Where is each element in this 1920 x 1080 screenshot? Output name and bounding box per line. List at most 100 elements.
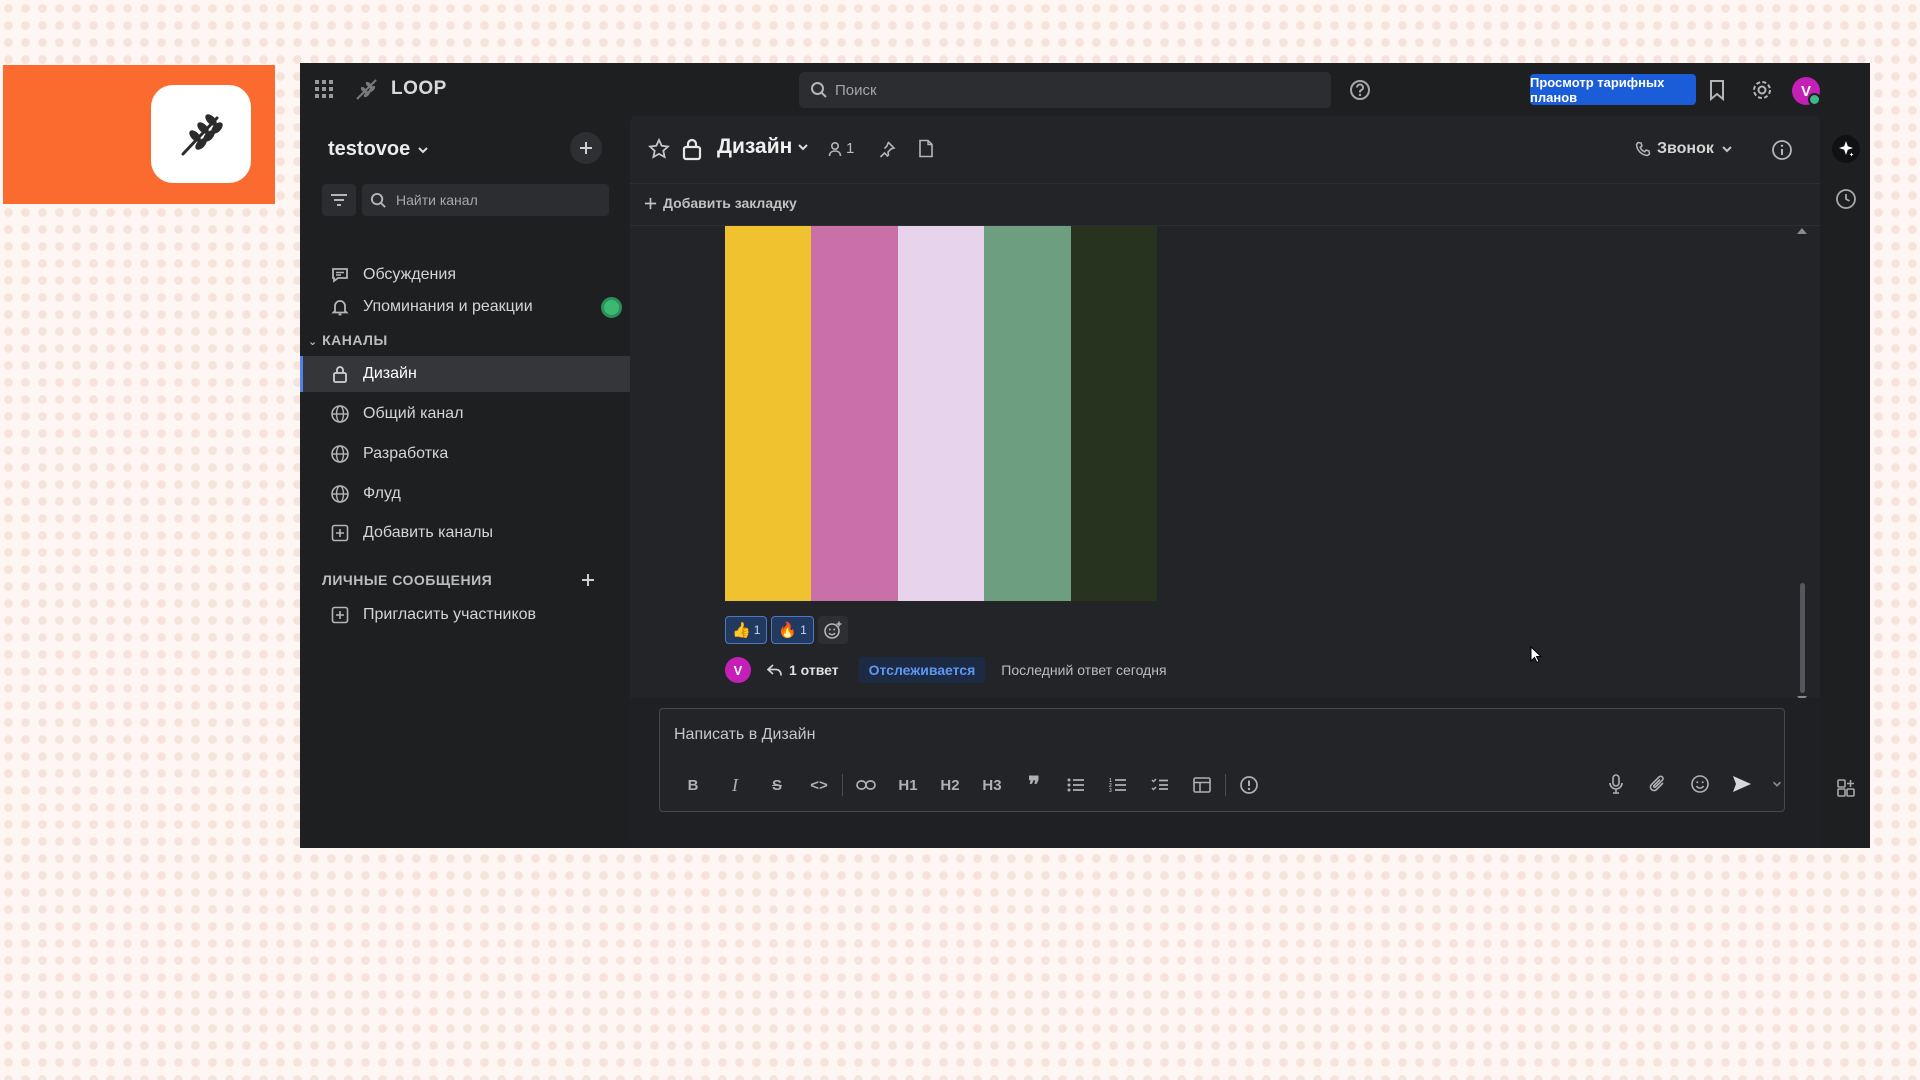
sidebar-channel-design[interactable]: Дизайн [300,356,630,392]
mouse-cursor-icon [1530,646,1542,664]
add-button[interactable] [570,132,602,164]
gear-icon[interactable] [1751,79,1773,101]
heading2-button[interactable]: H2 [929,773,971,797]
sidebar-item-threads[interactable]: Обсуждения [300,257,630,293]
heading3-button[interactable]: H3 [971,773,1013,797]
saved-messages-icon[interactable] [1708,79,1726,101]
dm-section-header[interactable]: ЛИЧНЫЕ СООБЩЕНИЯ [322,572,492,588]
reaction-count: 1 [800,623,807,637]
team-menu[interactable]: testovoe [328,138,430,161]
toolbar-divider [1225,774,1226,796]
app-marketplace-icon[interactable] [1836,778,1856,798]
channel-name: Дизайн [717,135,793,158]
pin-icon[interactable] [878,140,896,158]
scroll-up-arrow[interactable] [1797,228,1807,234]
apps-grid-icon[interactable] [314,79,334,99]
section-title: КАНАЛЫ [322,332,388,348]
add-channels-button[interactable]: Добавить каналы [300,515,630,551]
global-search-input[interactable]: Поиск [799,72,1331,108]
lock-icon [682,138,702,161]
search-icon [811,82,827,98]
brand-logo [151,85,251,183]
image-attachment[interactable] [725,226,1158,601]
sidebar-item-label: Общий канал [363,405,464,422]
globe-icon [331,405,349,423]
sidebar-item-label: Разработка [363,445,449,462]
channel-view: Дизайн 1 Звонок Добавить закладку 👍 1 🔥 … [630,116,1820,848]
threads-icon [332,268,348,283]
palette-swatch-1 [725,226,812,601]
brand-name: LOOP [391,78,447,99]
team-name: testovoe [328,138,411,160]
sidebar-channel-flood[interactable]: Флуд [300,476,630,512]
send-options-button[interactable] [1768,769,1786,799]
bold-icon: B [687,776,699,794]
add-bookmark-button[interactable]: Добавить закладку [644,195,797,211]
link-icon [856,780,876,790]
send-button[interactable] [1726,769,1758,799]
emoji-picker-button[interactable] [1684,769,1716,799]
info-icon[interactable] [1771,139,1793,161]
channel-name-menu[interactable]: Дизайн [717,135,810,159]
ai-assistant-button[interactable] [1832,135,1860,163]
globe-icon [331,485,349,503]
channel-filter-button[interactable] [322,184,356,216]
link-button[interactable] [845,773,887,797]
user-icon [828,141,842,156]
table-icon [1193,777,1211,793]
attach-file-button[interactable] [1642,769,1674,799]
reaction-fire[interactable]: 🔥 1 [771,616,814,644]
palette-swatch-2 [811,226,898,601]
sidebar: testovoe Найти канал Обсуждения Упоминан… [300,116,630,848]
member-count: 1 [846,140,855,157]
numbered-list-button[interactable]: 123 [1097,773,1139,797]
globe-icon [331,445,349,463]
view-plans-button[interactable]: Просмотр тарифных планов [1530,74,1696,105]
channel-header: Дизайн 1 Звонок [630,116,1820,184]
table-button[interactable] [1181,773,1223,797]
paperclip-icon [1649,775,1664,792]
sidebar-channel-general[interactable]: Общий канал [300,396,630,432]
channels-section-header[interactable]: ⌄ КАНАЛЫ [308,332,388,348]
thread-replies-button[interactable]: 1 ответ [767,662,839,678]
bold-button[interactable]: B [672,773,714,797]
clock-icon[interactable] [1835,188,1857,210]
palette-swatch-5 [1070,226,1158,601]
members-button[interactable]: 1 [828,140,854,157]
find-channel-placeholder: Найти канал [396,192,478,208]
voice-message-button[interactable] [1600,769,1632,799]
plus-icon[interactable] [580,572,596,588]
strikethrough-button[interactable]: S [756,773,798,797]
sidebar-item-label: Обсуждения [363,266,456,283]
invite-members-button[interactable]: Пригласить участников [300,597,630,633]
add-bookmark-label: Добавить закладку [663,195,797,211]
message-priority-button[interactable] [1228,773,1270,797]
checklist-button[interactable] [1139,773,1181,797]
sidebar-item-label: Упоминания и реакции [363,298,533,315]
scrollbar[interactable] [1800,583,1805,693]
message-composer[interactable]: Написать в Дизайн B I S <> H1 H2 H3 ❞ 1 … [659,708,1785,812]
heading1-button[interactable]: H1 [887,773,929,797]
message-input-placeholder: Написать в Дизайн [674,726,816,743]
find-channel-input[interactable]: Найти канал [362,184,609,216]
reaction-thumbs-up[interactable]: 👍 1 [725,616,768,644]
star-icon[interactable] [648,138,670,160]
file-icon[interactable] [918,139,934,158]
follow-thread-button[interactable]: Отслеживается [858,657,986,683]
code-button[interactable]: <> [798,773,840,797]
bullet-list-icon [1067,778,1084,792]
call-button[interactable]: Звонок [1635,140,1734,158]
filter-icon [331,194,347,206]
add-reaction-button[interactable] [817,616,848,644]
bullet-list-button[interactable] [1055,773,1097,797]
italic-button[interactable]: I [714,773,756,797]
quote-button[interactable]: ❞ [1013,772,1055,797]
reactions-bar: 👍 1 🔥 1 [725,616,848,644]
composer-actions [1600,769,1786,799]
sidebar-channel-dev[interactable]: Разработка [300,436,630,472]
sidebar-item-mentions[interactable]: Упоминания и реакции [300,289,630,325]
emoji-add-icon [823,621,842,639]
plus-icon [644,197,657,209]
chevron-down-icon [798,144,809,151]
help-icon[interactable] [1349,79,1371,101]
